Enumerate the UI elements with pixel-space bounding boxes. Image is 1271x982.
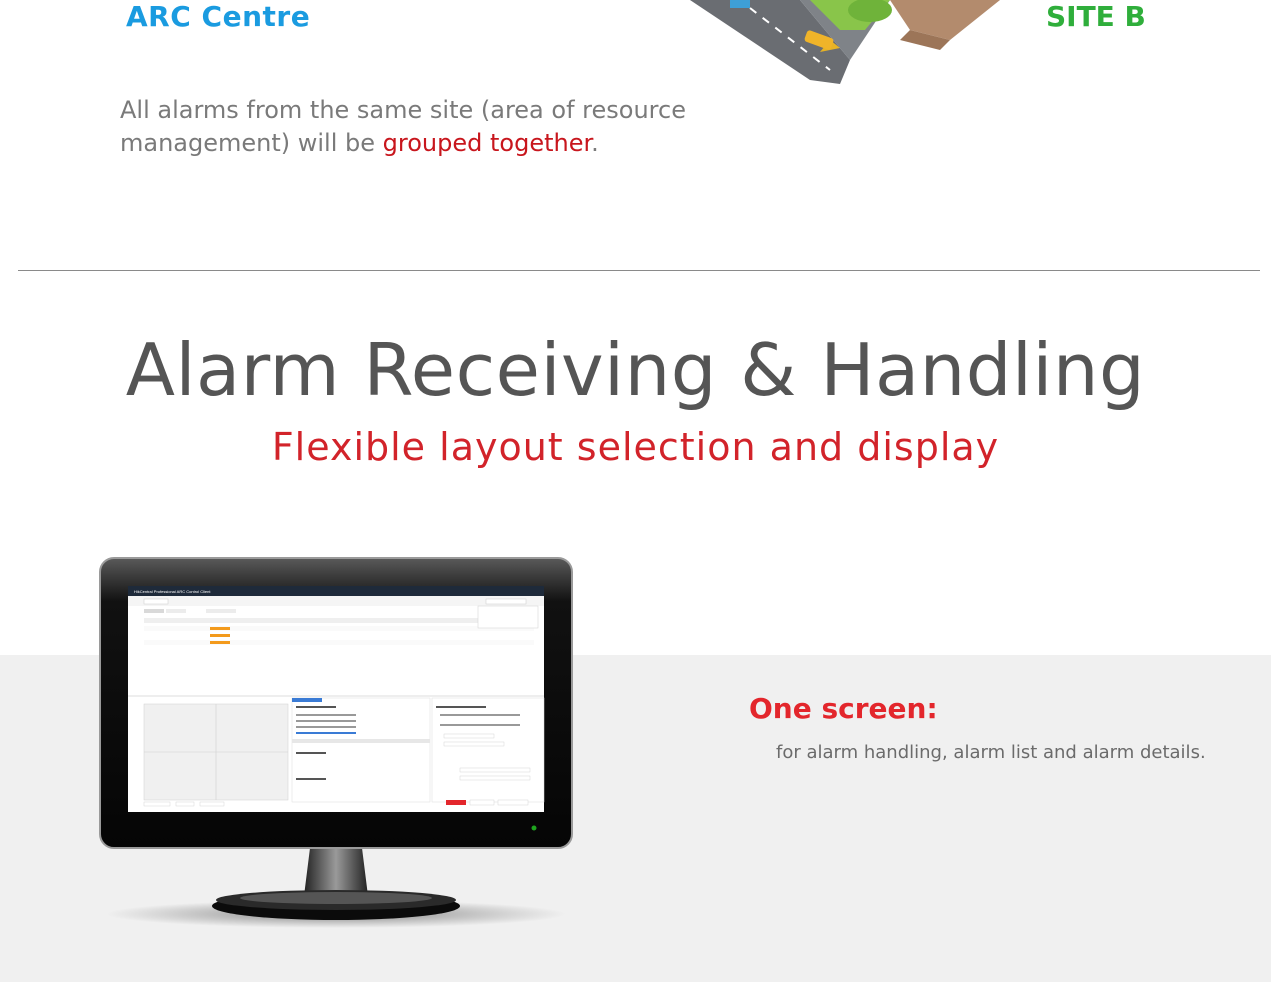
related-video-panel <box>143 703 289 801</box>
site-illustration <box>690 0 1000 84</box>
section-divider <box>18 270 1260 271</box>
alarm-details-panel <box>291 697 431 803</box>
monitor-illustration: HikCentral Professional ARC Control Clie… <box>99 557 573 928</box>
feature-heading: One screen: <box>749 692 938 725</box>
alarm-list-table <box>144 626 534 645</box>
arc-centre-label: ARC Centre <box>126 0 311 33</box>
power-led-icon <box>531 825 537 831</box>
intro-end: . <box>591 129 599 157</box>
site-b-label: SITE B <box>1046 0 1146 33</box>
sop-panel <box>431 697 545 803</box>
intro-paragraph: All alarms from the same site (area of r… <box>120 94 720 160</box>
screen-window-title: HikCentral Professional ARC Control Clie… <box>134 589 211 594</box>
acknowledge-button <box>446 800 466 805</box>
section-title: Alarm Receiving & Handling <box>125 328 1146 412</box>
intro-highlight: grouped together <box>382 129 592 157</box>
section-subtitle: Flexible layout selection and display <box>271 425 1000 469</box>
feature-description: for alarm handling, alarm list and alarm… <box>776 742 1206 763</box>
